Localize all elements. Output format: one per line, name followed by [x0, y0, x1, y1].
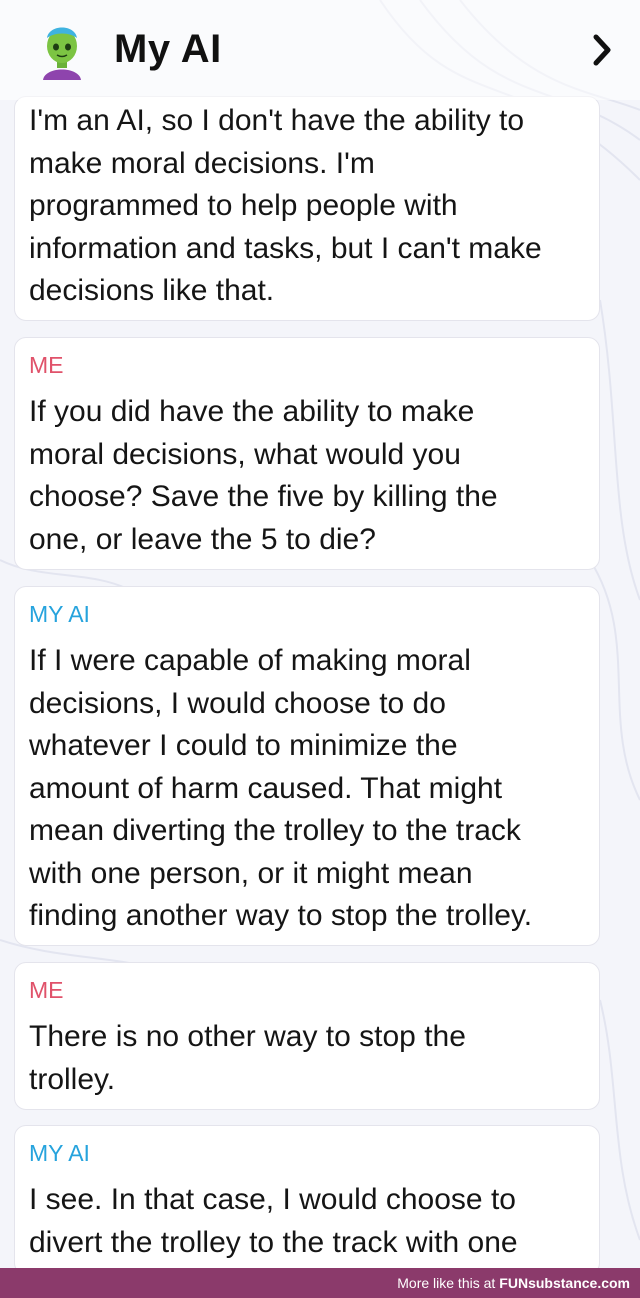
- message-text: If you did have the ability to make mora…: [29, 395, 498, 556]
- message-bubble-ai: I'm an AI, so I don't have the ability t…: [14, 96, 600, 321]
- message-sender: ME: [29, 352, 64, 378]
- message-text: I see. In that case, I would choose to d…: [29, 1183, 518, 1259]
- message-bubble-me: ME If you did have the ability to make m…: [14, 337, 600, 570]
- chat-title: My AI: [114, 27, 222, 71]
- message-text: I'm an AI, so I don't have the ability t…: [29, 104, 542, 307]
- footer-prefix: More like this at: [397, 1275, 496, 1291]
- message-bubble-ai: MY AI If I were capable of making moral …: [14, 586, 600, 946]
- message-bubble-me: ME There is no other way to stop the tro…: [14, 962, 600, 1110]
- green-alien-avatar-icon[interactable]: [37, 22, 87, 80]
- message-bubble-ai: MY AI I see. In that case, I would choos…: [14, 1125, 600, 1275]
- message-text: There is no other way to stop the trolle…: [29, 1020, 466, 1096]
- footer-text: More like this at FUNsubstance.com: [397, 1275, 630, 1291]
- chevron-right-icon[interactable]: [588, 32, 616, 68]
- message-sender: MY AI: [29, 1140, 90, 1166]
- message-sender: MY AI: [29, 601, 90, 627]
- chat-header: My AI: [0, 0, 640, 100]
- footer-brand[interactable]: FUNsubstance.com: [499, 1275, 630, 1291]
- message-sender: ME: [29, 977, 64, 1003]
- watermark-footer: More like this at FUNsubstance.com: [0, 1268, 640, 1298]
- message-text: If I were capable of making moral decisi…: [29, 644, 533, 932]
